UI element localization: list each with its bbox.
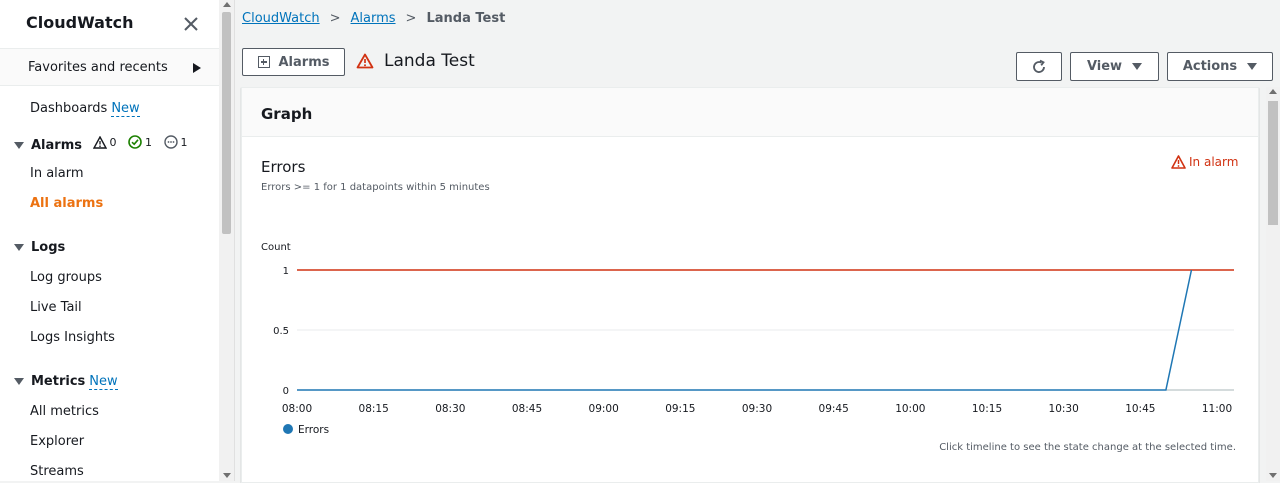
favorites-and-recents[interactable]: Favorites and recents bbox=[0, 48, 219, 86]
sidebar-item-streams[interactable]: Streams bbox=[30, 464, 84, 479]
logs-section-label: Logs bbox=[31, 240, 66, 255]
sidebar-item-all-alarms[interactable]: All alarms bbox=[30, 196, 103, 211]
sidebar-item-all-metrics[interactable]: All metrics bbox=[30, 404, 99, 419]
chevron-right-icon: > bbox=[405, 11, 417, 26]
view-button[interactable]: View bbox=[1070, 52, 1159, 81]
sidebar-item-log-groups[interactable]: Log groups bbox=[30, 270, 102, 285]
alarm-state-badge: In alarm bbox=[1171, 155, 1238, 169]
y-tick-label: 0.5 bbox=[273, 326, 289, 337]
sidebar-section-logs[interactable]: Logs bbox=[14, 240, 65, 255]
breadcrumb-current: Landa Test bbox=[426, 11, 506, 26]
main-scrollbar[interactable] bbox=[1266, 87, 1280, 481]
timeline-hint: Click timeline to see the state change a… bbox=[939, 442, 1236, 453]
x-tick-label: 09:00 bbox=[589, 403, 619, 415]
metrics-section-label: Metrics bbox=[31, 374, 86, 389]
alarms-button[interactable]: Alarms bbox=[242, 48, 345, 76]
scroll-up-icon[interactable] bbox=[223, 2, 231, 7]
legend-swatch-errors bbox=[283, 424, 293, 434]
expand-icon bbox=[257, 56, 270, 68]
x-tick-label: 08:30 bbox=[435, 403, 465, 415]
close-icon[interactable] bbox=[182, 15, 200, 33]
x-tick-label: 09:30 bbox=[742, 403, 772, 415]
graph-panel-title: Graph bbox=[261, 105, 313, 123]
chevron-right-icon: > bbox=[329, 11, 341, 26]
breadcrumb-alarms[interactable]: Alarms bbox=[351, 11, 396, 26]
alarm-state-text: In alarm bbox=[1189, 155, 1239, 169]
x-tick-label: 10:00 bbox=[895, 403, 925, 415]
x-tick-label: 11:00 bbox=[1202, 403, 1232, 415]
dashboards-label: Dashboards bbox=[30, 101, 108, 116]
x-tick-label: 10:45 bbox=[1125, 403, 1155, 415]
in-alarm-count: 0 bbox=[109, 136, 117, 149]
page-title-text: Landa Test bbox=[384, 51, 475, 71]
sidebar: CloudWatch Favorites and recents Dashboa… bbox=[0, 0, 220, 481]
scroll-down-icon[interactable] bbox=[223, 473, 231, 478]
x-tick-label: 10:30 bbox=[1049, 403, 1079, 415]
caret-down-icon bbox=[14, 378, 24, 385]
sidebar-scrollbar[interactable] bbox=[219, 0, 235, 481]
x-tick-label: 08:15 bbox=[359, 403, 389, 415]
sidebar-item-dashboards[interactable]: Dashboards New bbox=[30, 101, 140, 117]
sidebar-item-logs-insights[interactable]: Logs Insights bbox=[30, 330, 115, 345]
sidebar-section-alarms[interactable]: Alarms 0 1 1 bbox=[14, 135, 196, 153]
breadcrumb-cloudwatch[interactable]: CloudWatch bbox=[242, 11, 320, 26]
y-tick-label: 0 bbox=[283, 386, 289, 397]
sidebar-item-explorer[interactable]: Explorer bbox=[30, 434, 84, 449]
warning-icon bbox=[92, 136, 107, 149]
graph-panel-header: Graph bbox=[242, 88, 1258, 137]
ellipsis-circle-icon bbox=[163, 135, 178, 149]
caret-down-icon bbox=[14, 244, 24, 251]
scroll-down-icon[interactable] bbox=[1269, 473, 1277, 478]
alarms-section-label: Alarms bbox=[31, 138, 82, 153]
sidebar-title: CloudWatch bbox=[26, 13, 134, 32]
legend-label-errors: Errors bbox=[298, 424, 329, 436]
x-tick-label: 09:45 bbox=[819, 403, 849, 415]
graph-panel: Graph Errors Errors >= 1 for 1 datapoint… bbox=[241, 87, 1259, 483]
main-scroll-thumb[interactable] bbox=[1268, 101, 1278, 225]
sidebar-section-metrics[interactable]: Metrics New bbox=[14, 374, 118, 390]
warning-icon bbox=[1171, 155, 1186, 169]
favorites-label: Favorites and recents bbox=[28, 60, 168, 75]
x-tick-label: 10:15 bbox=[972, 403, 1002, 415]
caret-down-icon bbox=[1132, 63, 1143, 70]
y-tick-label: 1 bbox=[283, 266, 289, 277]
caret-right-icon bbox=[193, 63, 201, 73]
new-badge[interactable]: New bbox=[89, 374, 118, 390]
x-tick-label: 09:15 bbox=[665, 403, 695, 415]
ok-count: 1 bbox=[145, 135, 153, 149]
sidebar-scroll-thumb[interactable] bbox=[222, 12, 231, 234]
alarm-counts: 0 1 1 bbox=[92, 135, 196, 152]
metric-title: Errors bbox=[261, 158, 306, 176]
caret-down-icon bbox=[1247, 63, 1258, 70]
x-tick-label: 08:00 bbox=[282, 403, 312, 415]
breadcrumb: CloudWatch > Alarms > Landa Test bbox=[242, 11, 505, 26]
refresh-icon bbox=[1033, 59, 1045, 73]
page-title: Landa Test bbox=[356, 51, 475, 71]
errors-chart[interactable]: Count 1 0.5 0 08:00 08:15 08:30 08:45 09:00 09:15… bbox=[242, 228, 1258, 468]
alarms-button-label: Alarms bbox=[278, 54, 330, 70]
sidebar-item-in-alarm[interactable]: In alarm bbox=[30, 166, 84, 181]
scroll-up-icon[interactable] bbox=[1269, 89, 1277, 94]
actions-button-label: Actions bbox=[1182, 59, 1238, 74]
insufficient-count: 1 bbox=[180, 135, 188, 149]
new-badge[interactable]: New bbox=[111, 101, 140, 117]
sidebar-item-live-tail[interactable]: Live Tail bbox=[30, 300, 82, 315]
refresh-button[interactable] bbox=[1016, 52, 1062, 81]
y-axis-label: Count bbox=[261, 242, 291, 253]
warning-icon bbox=[356, 53, 374, 69]
x-tick-label: 08:45 bbox=[512, 403, 542, 415]
view-button-label: View bbox=[1086, 59, 1123, 74]
caret-down-icon bbox=[14, 142, 24, 149]
alarm-condition: Errors >= 1 for 1 datapoints within 5 mi… bbox=[261, 182, 490, 193]
check-circle-icon bbox=[128, 135, 142, 149]
actions-button[interactable]: Actions bbox=[1167, 52, 1273, 81]
